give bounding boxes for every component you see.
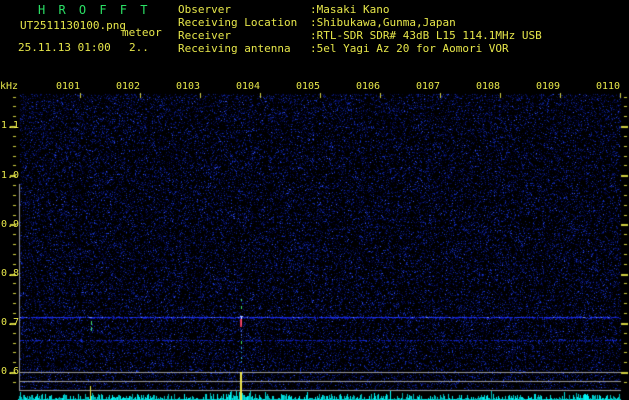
x-tick-label: 0106 [356, 81, 381, 92]
filename-label: UT2511130100.png [20, 19, 126, 32]
y-tick-label: 0.7 [0, 317, 19, 328]
echo-count-label: 2.. [129, 41, 149, 54]
info-label-location: Receiving Location [178, 16, 298, 29]
x-tick-label: 0101 [56, 81, 81, 92]
mode-label: meteor [122, 26, 162, 39]
x-tick-label: 0108 [476, 81, 501, 92]
y-tick-label: 0.6 [0, 366, 19, 377]
y-tick-label: 0.8 [0, 268, 19, 279]
spectrogram-canvas [0, 0, 629, 400]
x-tick-label: 0107 [416, 81, 441, 92]
x-tick-label: 0105 [296, 81, 321, 92]
y-tick-label: 1.1 [0, 120, 19, 131]
x-tick-label: 0109 [536, 81, 561, 92]
x-tick-label: 0103 [176, 81, 201, 92]
datetime-label: 25.11.13 01:00 [18, 41, 111, 54]
x-tick-label: 0102 [116, 81, 141, 92]
y-axis-unit: kHz [0, 81, 19, 92]
x-tick-label: 0110 [596, 81, 621, 92]
hrofft-screen: H R O F F T UT2511130100.png meteor 25.1… [0, 0, 629, 400]
info-label-receiver: Receiver [178, 29, 231, 42]
x-tick-label: 0104 [236, 81, 261, 92]
info-value-receiver: :RTL-SDR SDR# 43dB L15 114.1MHz USB [310, 29, 542, 42]
app-title: H R O F F T [38, 3, 151, 17]
info-label-observer: Observer [178, 3, 231, 16]
info-label-antenna: Receiving antenna [178, 42, 291, 55]
y-tick-label: 1.0 [0, 170, 19, 181]
info-value-observer: :Masaki Kano [310, 3, 390, 16]
y-tick-label: 0.9 [0, 219, 19, 230]
info-value-location: :Shibukawa,Gunma,Japan [310, 16, 456, 29]
info-value-antenna: :5el Yagi Az 20 for Aomori VOR [310, 42, 509, 55]
